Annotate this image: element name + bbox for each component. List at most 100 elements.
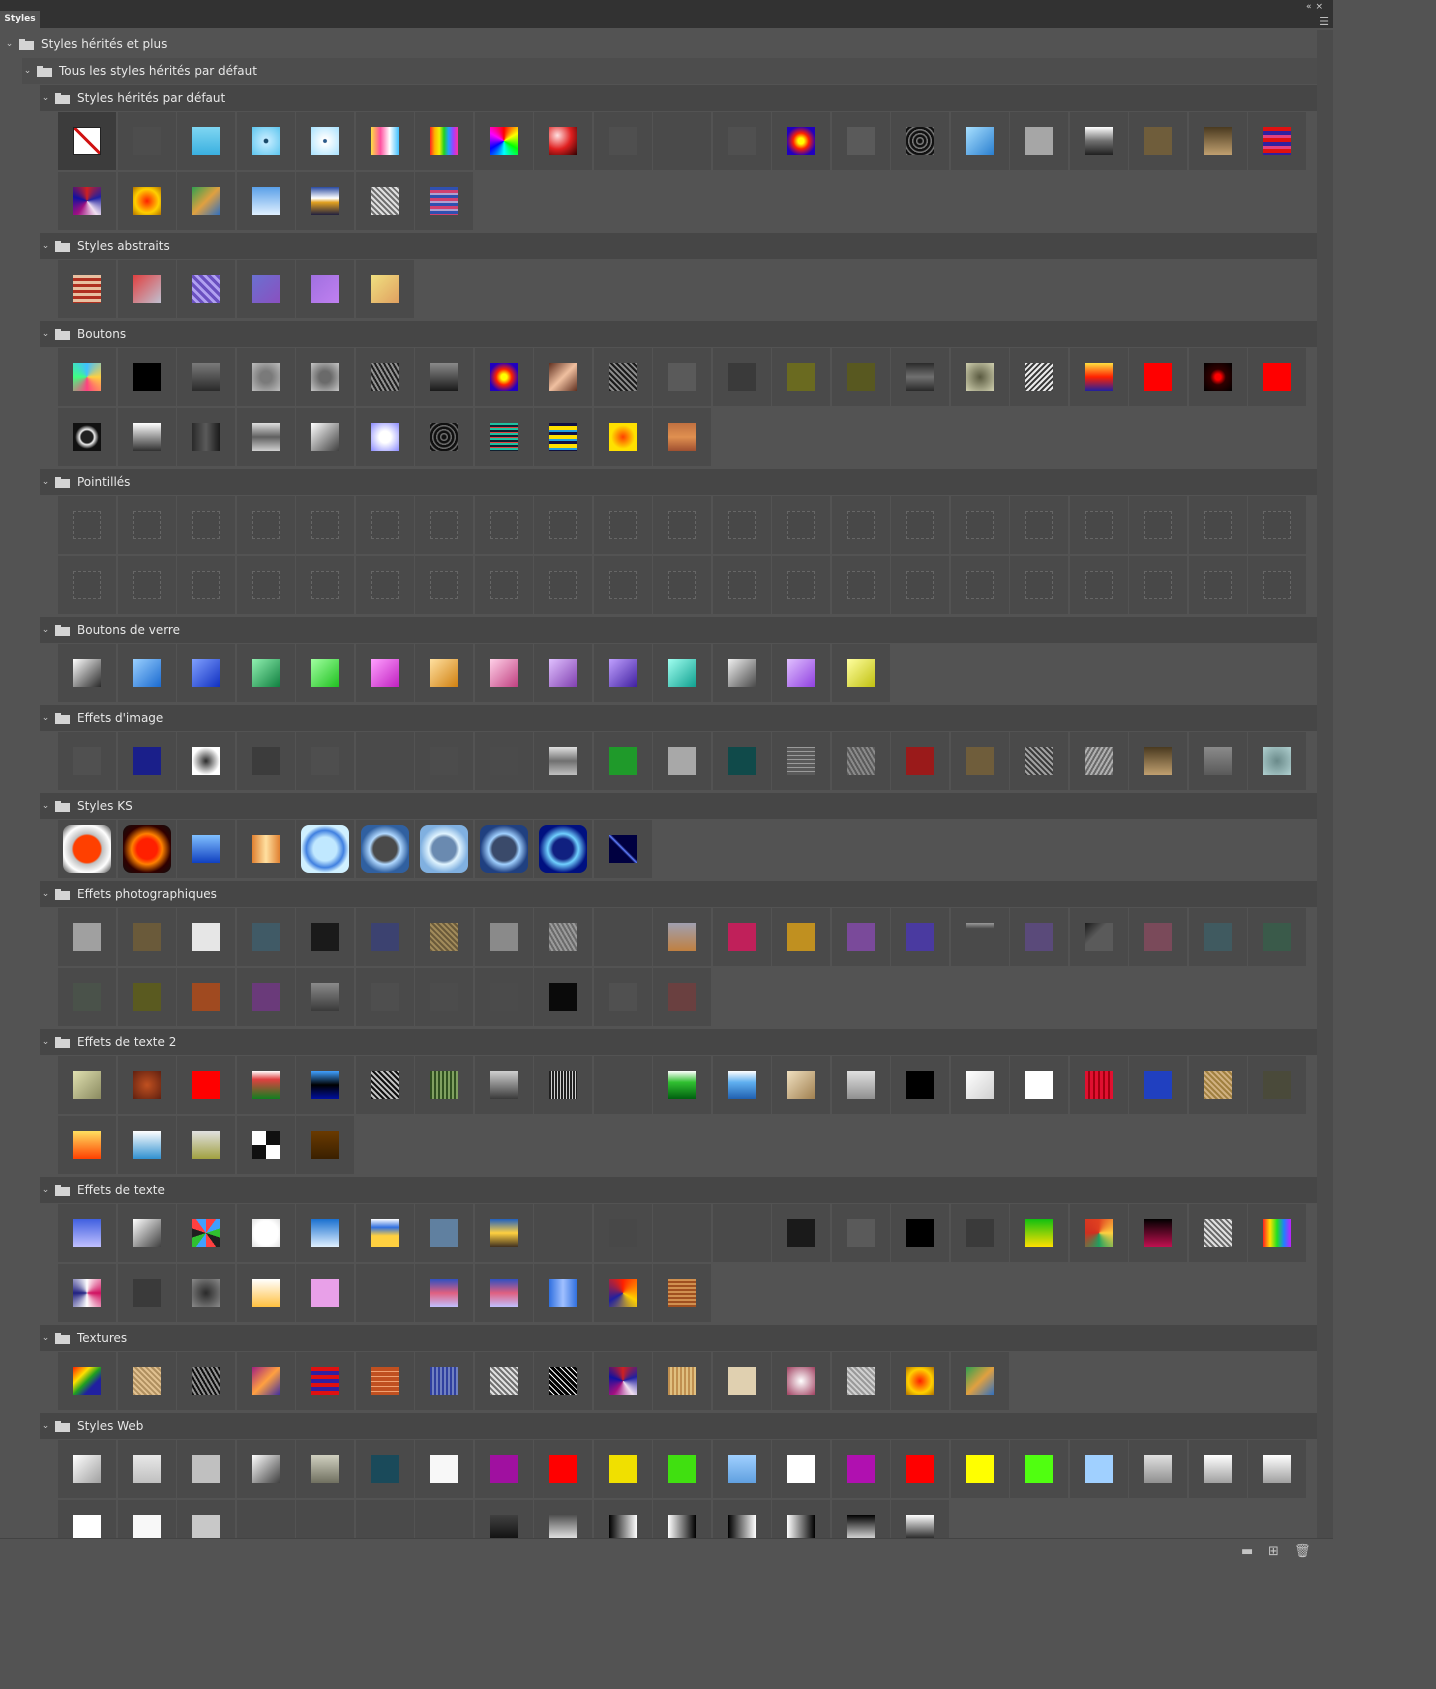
style-swatch[interactable] [236, 1440, 295, 1498]
style-swatch[interactable] [474, 820, 533, 878]
style-swatch[interactable] [474, 1056, 533, 1114]
style-swatch[interactable] [891, 908, 949, 966]
style-swatch[interactable] [1188, 556, 1247, 614]
style-swatch[interactable] [355, 732, 414, 790]
style-swatch[interactable] [236, 908, 295, 966]
style-swatch[interactable] [236, 172, 295, 230]
section-header[interactable]: ⌄ Styles Web [40, 1413, 1317, 1439]
style-swatch[interactable] [474, 1440, 533, 1498]
style-swatch[interactable] [712, 1352, 771, 1410]
style-swatch[interactable] [474, 1204, 533, 1262]
style-swatch[interactable] [355, 1204, 414, 1262]
style-swatch[interactable] [593, 908, 652, 966]
style-swatch[interactable] [236, 644, 295, 702]
style-swatch[interactable] [534, 556, 592, 614]
style-swatch[interactable] [534, 968, 592, 1026]
style-swatch[interactable] [772, 1056, 830, 1114]
style-swatch[interactable] [117, 908, 176, 966]
style-swatch[interactable] [177, 908, 235, 966]
style-swatch[interactable] [831, 644, 890, 702]
style-swatch[interactable] [355, 968, 414, 1026]
style-swatch[interactable] [950, 556, 1009, 614]
style-swatch[interactable] [177, 348, 235, 406]
section-header[interactable]: ⌄ Effets photographiques [40, 881, 1317, 907]
style-swatch[interactable] [1129, 1204, 1187, 1262]
style-swatch[interactable] [772, 1204, 830, 1262]
style-swatch[interactable] [177, 496, 235, 554]
style-swatch[interactable] [355, 408, 414, 466]
style-swatch[interactable] [415, 112, 473, 170]
style-swatch[interactable] [1188, 1204, 1247, 1262]
style-swatch[interactable] [653, 1264, 711, 1322]
style-swatch[interactable] [831, 1352, 890, 1410]
style-swatch[interactable] [1129, 1440, 1187, 1498]
style-swatch[interactable] [58, 1204, 116, 1262]
chevron-down-icon[interactable]: ⌄ [40, 713, 51, 723]
style-swatch[interactable] [58, 112, 116, 170]
style-swatch[interactable] [177, 1116, 235, 1174]
style-swatch[interactable] [593, 1264, 652, 1322]
style-swatch[interactable] [177, 1056, 235, 1114]
style-swatch[interactable] [296, 1264, 354, 1322]
style-swatch[interactable] [415, 496, 473, 554]
style-swatch[interactable] [117, 732, 176, 790]
style-swatch[interactable] [1069, 732, 1128, 790]
style-swatch[interactable] [177, 820, 235, 878]
chevron-down-icon[interactable]: ⌄ [40, 329, 51, 339]
style-swatch[interactable] [534, 1204, 592, 1262]
style-swatch[interactable] [117, 172, 176, 230]
style-swatch[interactable] [236, 968, 295, 1026]
style-swatch[interactable] [534, 348, 592, 406]
style-swatch[interactable] [593, 1056, 652, 1114]
style-swatch[interactable] [355, 1352, 414, 1410]
style-swatch[interactable] [236, 556, 295, 614]
style-swatch[interactable] [415, 172, 473, 230]
style-swatch[interactable] [1129, 732, 1187, 790]
style-swatch[interactable] [712, 1056, 771, 1114]
style-swatch[interactable] [653, 1352, 711, 1410]
style-swatch[interactable] [415, 348, 473, 406]
style-swatch[interactable] [58, 408, 116, 466]
style-swatch[interactable] [355, 260, 414, 318]
style-swatch[interactable] [58, 496, 116, 554]
style-swatch[interactable] [236, 820, 295, 878]
style-swatch[interactable] [117, 1204, 176, 1262]
new-style-icon[interactable]: ⊞ [1268, 1544, 1279, 1559]
style-swatch[interactable] [1010, 908, 1068, 966]
style-swatch[interactable] [117, 260, 176, 318]
style-swatch[interactable] [831, 496, 890, 554]
style-swatch[interactable] [296, 1116, 354, 1174]
style-swatch[interactable] [593, 496, 652, 554]
style-swatch[interactable] [296, 644, 354, 702]
tab-styles[interactable]: Styles [0, 11, 40, 28]
section-header[interactable]: ⌄ Boutons [40, 321, 1317, 347]
style-swatch[interactable] [58, 820, 116, 878]
style-swatch[interactable] [177, 968, 235, 1026]
style-swatch[interactable] [296, 1056, 354, 1114]
style-swatch[interactable] [177, 1204, 235, 1262]
style-swatch[interactable] [1248, 556, 1306, 614]
style-swatch[interactable] [474, 556, 533, 614]
chevron-down-icon[interactable]: ⌄ [40, 1333, 51, 1343]
chevron-down-icon[interactable]: ⌄ [40, 889, 51, 899]
style-swatch[interactable] [474, 112, 533, 170]
style-swatch[interactable] [772, 348, 830, 406]
chevron-down-icon[interactable]: ⌄ [40, 625, 51, 635]
style-swatch[interactable] [1069, 556, 1128, 614]
style-swatch[interactable] [415, 1204, 473, 1262]
style-swatch[interactable] [593, 1440, 652, 1498]
style-swatch[interactable] [236, 260, 295, 318]
style-swatch[interactable] [58, 644, 116, 702]
style-swatch[interactable] [1248, 732, 1306, 790]
style-swatch[interactable] [534, 732, 592, 790]
style-swatch[interactable] [296, 260, 354, 318]
chevron-down-icon[interactable]: ⌄ [4, 39, 15, 49]
style-swatch[interactable] [296, 1204, 354, 1262]
style-swatch[interactable] [236, 348, 295, 406]
style-swatch[interactable] [950, 1056, 1009, 1114]
style-swatch[interactable] [177, 1264, 235, 1322]
style-swatch[interactable] [117, 1440, 176, 1498]
section-header[interactable]: ⌄ Textures [40, 1325, 1317, 1351]
section-header[interactable]: ⌄ Effets de texte [40, 1177, 1317, 1203]
style-swatch[interactable] [415, 1264, 473, 1322]
